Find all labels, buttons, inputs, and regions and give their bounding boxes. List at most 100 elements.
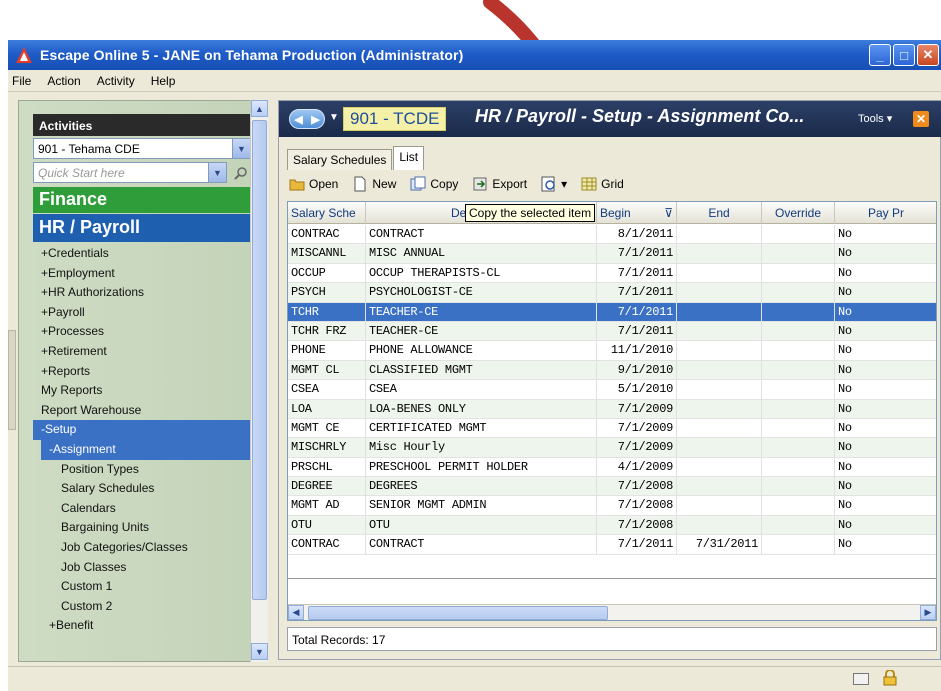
new-button[interactable]: New <box>352 176 396 192</box>
horizontal-scrollbar[interactable]: ◀ ▶ <box>288 604 936 620</box>
col-header-override[interactable]: Override <box>762 202 835 224</box>
forward-icon[interactable]: ▶ <box>311 113 319 126</box>
tab-strip: Salary Schedules List <box>287 146 425 171</box>
table-cell: No <box>835 341 936 359</box>
nav-employment[interactable]: +Employment <box>33 264 251 284</box>
preview-button[interactable]: ▾ <box>541 176 567 192</box>
table-row[interactable]: CONTRAC CONTRACT 8/1/2011 No <box>288 225 936 245</box>
search-icon[interactable] <box>231 162 251 183</box>
nav-retirement[interactable]: +Retirement <box>33 342 251 362</box>
nav-calendars[interactable]: Calendars <box>33 499 251 519</box>
lock-icon[interactable] <box>883 669 897 689</box>
table-cell: CONTRAC <box>288 535 366 554</box>
scroll-right-icon[interactable]: ▶ <box>920 605 936 620</box>
chevron-down-icon[interactable]: ▼ <box>208 163 226 182</box>
nav-bargaining-units[interactable]: Bargaining Units <box>33 518 251 538</box>
table-cell: CONTRACT <box>366 535 597 554</box>
nav-report-warehouse[interactable]: Report Warehouse <box>33 401 251 421</box>
menu-activity[interactable]: Activity <box>97 74 135 88</box>
nav-setup[interactable]: -Setup <box>33 420 251 440</box>
table-row[interactable]: MGMT CL CLASSIFIED MGMT 9/1/2010 No <box>288 360 936 381</box>
col-header-salary-schedule[interactable]: Salary Sche <box>288 202 366 224</box>
close-window-button[interactable]: ✕ <box>917 44 939 66</box>
hr-payroll-section[interactable]: HR / Payroll <box>33 214 251 242</box>
scroll-down-icon[interactable]: ▼ <box>251 643 268 660</box>
table-row[interactable]: OTU OTU 7/1/2008 No <box>288 515 936 536</box>
back-forward-buttons[interactable]: ◀ ▶ <box>289 109 325 129</box>
table-row[interactable]: CSEA CSEA 5/1/2010 No <box>288 380 936 400</box>
table-row[interactable]: MISCHRLY Misc Hourly 7/1/2009 No <box>288 438 936 458</box>
maximize-button[interactable]: □ <box>893 44 915 66</box>
nav-my-reports[interactable]: My Reports <box>33 381 251 401</box>
table-cell: 7/1/2011 <box>597 535 677 554</box>
open-label: Open <box>309 177 339 191</box>
export-button[interactable]: Export <box>472 176 527 192</box>
nav-processes[interactable]: +Processes <box>33 322 251 342</box>
table-row[interactable]: PSYCH PSYCHOLOGIST-CE 7/1/2011 No <box>288 283 936 303</box>
horizontal-scroll-thumb[interactable] <box>308 606 608 620</box>
open-button[interactable]: Open <box>289 176 338 192</box>
table-cell <box>677 438 762 457</box>
table-cell: 7/1/2011 <box>597 283 677 302</box>
table-cell <box>677 225 762 244</box>
table-row[interactable]: MGMT CE CERTIFICATED MGMT 7/1/2009 No <box>288 418 936 439</box>
table-cell: No <box>835 419 936 437</box>
nav-reports[interactable]: +Reports <box>33 362 251 382</box>
menu-help[interactable]: Help <box>151 74 176 88</box>
table-row[interactable]: DEGREE DEGREES 7/1/2008 No <box>288 477 936 497</box>
nav-custom-1[interactable]: Custom 1 <box>33 577 251 597</box>
menu-file[interactable]: File <box>12 74 31 88</box>
table-row[interactable]: OCCUP OCCUP THERAPISTS-CL 7/1/2011 No <box>288 263 936 284</box>
nav-position-types[interactable]: Position Types <box>33 460 251 480</box>
grid-empty-divider <box>288 578 936 579</box>
scroll-thumb[interactable] <box>252 120 267 600</box>
table-cell <box>762 496 835 515</box>
nav-assignment[interactable]: -Assignment <box>41 439 251 460</box>
nav-job-classes[interactable]: Job Classes <box>33 558 251 578</box>
nav-job-categories[interactable]: Job Categories/Classes <box>33 538 251 558</box>
table-row[interactable]: MGMT AD SENIOR MGMT ADMIN 7/1/2008 No <box>288 496 936 516</box>
table-cell <box>762 321 835 341</box>
nav-hr-authorizations[interactable]: +HR Authorizations <box>33 283 251 303</box>
copy-button[interactable]: Copy <box>410 176 458 192</box>
table-cell: TEACHER-CE <box>366 302 597 321</box>
district-select[interactable]: 901 - Tehama CDE ▼ <box>33 138 251 159</box>
collapse-handle[interactable] <box>8 330 16 430</box>
records-grid: Salary Sche Description Begin ⊽ End Over… <box>287 201 937 621</box>
chevron-down-icon[interactable]: ▼ <box>232 139 250 158</box>
nav-payroll[interactable]: +Payroll <box>33 303 251 323</box>
grid-label: Grid <box>601 177 624 191</box>
table-row[interactable]: PHONE PHONE ALLOWANCE 11/1/2010 No <box>288 341 936 361</box>
tab-salary-schedules[interactable]: Salary Schedules <box>287 149 393 170</box>
preview-dropdown-icon[interactable]: ▾ <box>561 177 567 191</box>
col-header-begin[interactable]: Begin ⊽ <box>597 202 677 224</box>
history-dropdown-icon[interactable]: ▼ <box>329 112 339 123</box>
col-header-end[interactable]: End <box>677 202 762 224</box>
grid-button[interactable]: Grid <box>581 176 624 192</box>
back-icon[interactable]: ◀ <box>294 113 302 126</box>
finance-section[interactable]: Finance <box>33 187 251 213</box>
table-row[interactable]: MISCANNL MISC ANNUAL 7/1/2011 No <box>288 244 936 264</box>
table-cell <box>762 457 835 477</box>
nav-credentials[interactable]: +Credentials <box>33 244 251 264</box>
nav-custom-2[interactable]: Custom 2 <box>33 597 251 617</box>
tools-menu[interactable]: Tools ▾ <box>858 112 892 125</box>
nav-benefit[interactable]: +Benefit <box>33 616 251 636</box>
quick-start-input[interactable]: Quick Start here ▼ <box>33 162 227 183</box>
close-panel-icon[interactable]: ✕ <box>913 111 929 127</box>
table-row[interactable]: LOA LOA-BENES ONLY 7/1/2009 No <box>288 399 936 419</box>
activities-scrollbar[interactable]: ▲ ▼ <box>250 100 268 662</box>
table-row[interactable]: PRSCHL PRESCHOOL PERMIT HOLDER 4/1/2009 No <box>288 457 936 478</box>
nav-salary-schedules[interactable]: Salary Schedules <box>33 479 251 499</box>
tab-list[interactable]: List <box>393 146 425 170</box>
scroll-up-icon[interactable]: ▲ <box>251 100 268 117</box>
message-icon[interactable] <box>853 673 869 685</box>
table-row[interactable]: CONTRAC CONTRACT 7/1/2011 7/31/2011 No <box>288 535 936 555</box>
menu-bar: File Action Activity Help <box>8 70 941 92</box>
col-header-pay-prior[interactable]: Pay Pr <box>835 202 936 224</box>
menu-action[interactable]: Action <box>47 74 80 88</box>
table-row[interactable]: TCHR FRZ TEACHER-CE 7/1/2011 No <box>288 321 936 342</box>
minimize-button[interactable]: _ <box>869 44 891 66</box>
scroll-left-icon[interactable]: ◀ <box>288 605 304 620</box>
table-row[interactable]: TCHR TEACHER-CE 7/1/2011 No <box>288 302 936 322</box>
